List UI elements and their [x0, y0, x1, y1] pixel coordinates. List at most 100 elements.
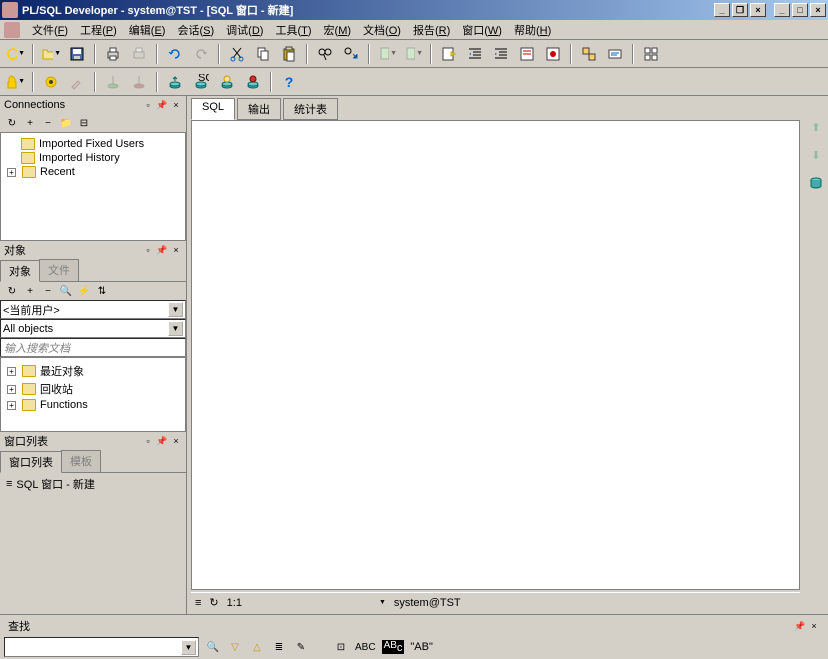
preferences-button[interactable] [40, 71, 62, 93]
menu-report[interactable]: 报告(R) [407, 20, 456, 40]
expand-icon[interactable]: + [7, 367, 16, 376]
tab-output[interactable]: 输出 [237, 98, 281, 120]
maximize-button[interactable]: □ [792, 3, 808, 17]
window-list-button[interactable] [640, 43, 662, 65]
search-input[interactable]: ▼ [4, 637, 199, 657]
menu-debug[interactable]: 调试(D) [220, 20, 269, 40]
refresh-status-icon[interactable]: ↻ [209, 596, 218, 609]
tab-stats[interactable]: 统计表 [283, 98, 338, 120]
tab-objects[interactable]: 对象 [0, 260, 40, 282]
find-all-icon[interactable]: ≣ [271, 639, 287, 655]
connections-tree[interactable]: Imported Fixed Users Imported History + … [0, 132, 186, 241]
list-item[interactable]: ≡ SQL 窗口 - 新建 [2, 475, 184, 493]
print-preview-button[interactable] [128, 43, 150, 65]
dropdown-icon[interactable]: ▼ [181, 640, 196, 655]
expand-icon[interactable]: + [7, 168, 16, 177]
panel-close-icon[interactable]: × [170, 244, 182, 256]
tab-template[interactable]: 模板 [61, 450, 101, 472]
menu-help[interactable]: 帮助(H) [508, 20, 557, 40]
tree-item[interactable]: + Functions [3, 398, 183, 412]
splitter-icon[interactable]: ≡ [195, 597, 201, 609]
comment-button[interactable] [516, 43, 538, 65]
type-combo[interactable]: All objects ▼ [0, 319, 186, 338]
commit-button[interactable] [164, 71, 186, 93]
remove-icon[interactable]: − [40, 115, 56, 131]
refresh-icon[interactable]: ↻ [4, 115, 20, 131]
tab-windowlist[interactable]: 窗口列表 [0, 451, 62, 473]
ab-highlight-icon[interactable]: ABc [382, 640, 405, 654]
menu-project[interactable]: 工程(P) [74, 20, 123, 40]
add-icon[interactable]: + [22, 115, 38, 131]
sort-icon[interactable]: ⇅ [94, 283, 110, 299]
search-input[interactable]: 输入搜索文档 [0, 338, 186, 357]
objects-tree[interactable]: + 最近对象 + 回收站 + Functions [0, 357, 186, 432]
copy-button[interactable] [252, 43, 274, 65]
tree-item[interactable]: Imported History [3, 151, 183, 165]
doc-close-button[interactable]: × [750, 3, 766, 17]
compile-debug-button[interactable] [128, 71, 150, 93]
cut-button[interactable] [226, 43, 248, 65]
logon-button[interactable]: ▼ [4, 71, 26, 93]
beautifier-button[interactable] [66, 71, 88, 93]
menu-window[interactable]: 窗口(W) [456, 20, 508, 40]
help-button[interactable]: ? [278, 71, 300, 93]
nav-down-icon[interactable]: ⬇ [805, 144, 827, 166]
menu-session[interactable]: 会话(S) [171, 20, 220, 40]
bookmark-goto-button[interactable]: ▼ [402, 43, 424, 65]
remove-icon[interactable]: − [40, 283, 56, 299]
tab-files[interactable]: 文件 [39, 259, 79, 281]
database-icon[interactable] [805, 172, 827, 194]
user-combo[interactable]: <当前用户> ▼ [0, 300, 186, 319]
folder-icon[interactable]: 📁 [58, 115, 74, 131]
panel-close-icon[interactable]: × [808, 620, 820, 632]
indent-left-button[interactable] [464, 43, 486, 65]
filter-icon[interactable]: ⚡ [76, 283, 92, 299]
undo-button[interactable] [164, 43, 186, 65]
panel-close-icon[interactable]: × [170, 435, 182, 447]
panel-pin-icon[interactable]: 📌 [156, 99, 168, 111]
compile-button[interactable] [102, 71, 124, 93]
doc-restore-button[interactable]: ❐ [732, 3, 748, 17]
indent-right-button[interactable] [490, 43, 512, 65]
doc-minimize-button[interactable]: _ [714, 3, 730, 17]
uncomment-button[interactable] [542, 43, 564, 65]
find-icon[interactable]: 🔍 [205, 639, 221, 655]
menu-edit[interactable]: 编辑(E) [123, 20, 172, 40]
panel-pin-icon[interactable]: 📌 [156, 435, 168, 447]
regex-icon[interactable]: ⊡ [333, 639, 349, 655]
panel-dropdown-icon[interactable]: ▫ [142, 99, 154, 111]
tree-item[interactable]: + 最近对象 [3, 362, 183, 380]
print-button[interactable] [102, 43, 124, 65]
redo-button[interactable] [190, 43, 212, 65]
panel-close-icon[interactable]: × [170, 99, 182, 111]
expand-icon[interactable]: + [7, 385, 16, 394]
find-next-icon[interactable]: △ [249, 639, 265, 655]
break-button[interactable] [216, 71, 238, 93]
kill-button[interactable] [242, 71, 264, 93]
code-assist-button[interactable] [604, 43, 626, 65]
menu-file[interactable]: 文件(F) [26, 20, 74, 40]
find-button[interactable] [314, 43, 336, 65]
app-menu-icon[interactable] [4, 22, 20, 38]
save-button[interactable] [66, 43, 88, 65]
dropdown-icon[interactable]: ▼ [379, 599, 386, 606]
find-prev-icon[interactable]: ▽ [227, 639, 243, 655]
panel-dropdown-icon[interactable]: ▫ [142, 244, 154, 256]
dropdown-icon[interactable]: ▼ [168, 302, 183, 317]
find-next-button[interactable] [340, 43, 362, 65]
open-button[interactable]: ▼ [40, 43, 62, 65]
panel-pin-icon[interactable]: 📌 [794, 620, 806, 632]
close-button[interactable]: × [810, 3, 826, 17]
panel-pin-icon[interactable]: 📌 [156, 244, 168, 256]
tree-item[interactable]: Imported Fixed Users [3, 137, 183, 151]
paste-button[interactable] [278, 43, 300, 65]
drive-icon[interactable]: ⊟ [76, 115, 92, 131]
menu-doc[interactable]: 文档(O) [357, 20, 407, 40]
nav-up-icon[interactable]: ⬆ [805, 116, 827, 138]
tree-item[interactable]: + Recent [3, 165, 183, 179]
ab-quote-label[interactable]: "AB" [410, 641, 432, 653]
abc-label[interactable]: ABC [355, 642, 376, 653]
execute-button[interactable] [438, 43, 460, 65]
minimize-button[interactable]: _ [774, 3, 790, 17]
windowlist-tree[interactable]: ≡ SQL 窗口 - 新建 [0, 473, 186, 614]
